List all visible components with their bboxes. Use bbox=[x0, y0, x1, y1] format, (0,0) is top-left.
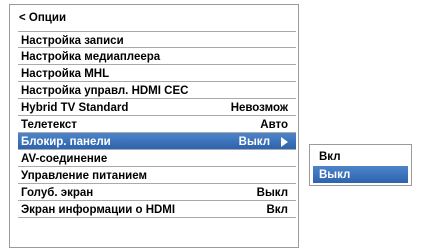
menu-item-hybrid-tv-standard[interactable]: Hybrid TV Standard Невозмож bbox=[18, 99, 296, 116]
menu-item-label: Экран информации о HDMI bbox=[21, 204, 176, 216]
menu-item-label: Телетекст bbox=[21, 119, 77, 131]
menu-item-label: Настройка медиаплеера bbox=[21, 51, 161, 63]
submenu-option-off[interactable]: Выкл bbox=[313, 166, 408, 183]
options-menu-panel: < Опции Настройка записи Настройка медиа… bbox=[9, 4, 299, 248]
menu-item-label: Настройка управл. HDMI CEC bbox=[21, 85, 189, 97]
menu-item-mhl-settings[interactable]: Настройка MHL bbox=[18, 65, 296, 82]
menu-item-value: Невозмож bbox=[230, 102, 288, 114]
menu-item-label: Настройка записи bbox=[21, 35, 124, 47]
menu-item-power-management[interactable]: Управление питанием bbox=[18, 167, 296, 184]
menu-item-media-player-settings[interactable]: Настройка медиаплеера bbox=[18, 48, 296, 65]
menu-item-av-connection[interactable]: AV-соединение bbox=[18, 150, 296, 167]
menu-item-label: Hybrid TV Standard bbox=[21, 102, 129, 114]
menu-item-recording-settings[interactable]: Настройка записи bbox=[18, 31, 296, 48]
menu-item-hdmi-cec-settings[interactable]: Настройка управл. HDMI CEC bbox=[18, 82, 296, 99]
menu-item-panel-lock[interactable]: Блокир. панели Выкл bbox=[18, 133, 296, 150]
menu-item-label: Блокир. панели bbox=[21, 136, 111, 148]
menu-item-label: Голуб. экран bbox=[21, 187, 94, 199]
menu-item-teletext[interactable]: Телетекст Авто bbox=[18, 116, 296, 133]
menu-item-value: Авто bbox=[260, 119, 288, 131]
menu-item-value: Выкл bbox=[256, 187, 288, 199]
menu-item-blue-screen[interactable]: Голуб. экран Выкл bbox=[18, 184, 296, 201]
menu-item-value: Выкл bbox=[238, 136, 270, 148]
menu-back-header[interactable]: < Опции bbox=[10, 5, 298, 31]
menu-item-label: Управление питанием bbox=[21, 170, 147, 182]
menu-item-value: Вкл bbox=[266, 204, 288, 216]
triangle-right-icon bbox=[281, 137, 288, 147]
submenu-option-on[interactable]: Вкл bbox=[313, 148, 408, 165]
menu-item-hdmi-info-screen[interactable]: Экран информации о HDMI Вкл bbox=[18, 201, 296, 218]
options-menu-list: Настройка записи Настройка медиаплеера Н… bbox=[18, 31, 296, 218]
menu-item-label: Настройка MHL bbox=[21, 68, 110, 80]
panel-lock-submenu: Вкл Выкл bbox=[309, 144, 412, 186]
menu-item-label: AV-соединение bbox=[21, 153, 108, 165]
